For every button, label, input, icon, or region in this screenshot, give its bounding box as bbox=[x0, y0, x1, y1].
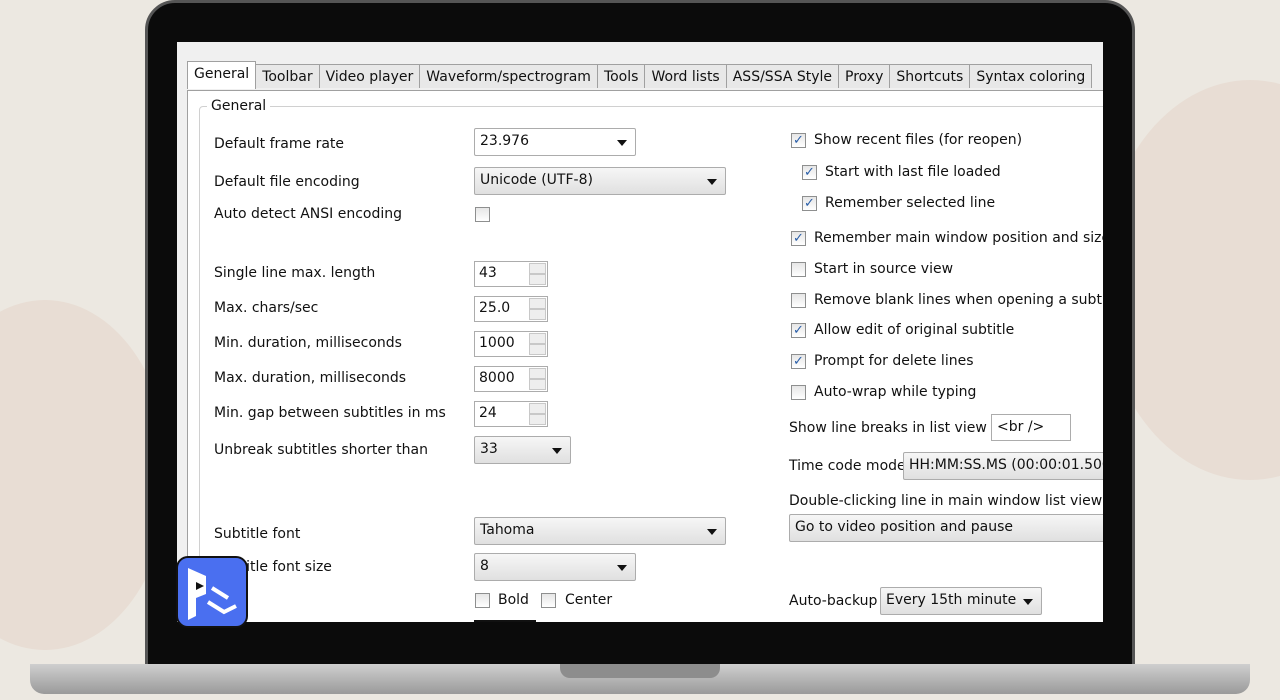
check-6-checkbox[interactable]: ✓ bbox=[791, 323, 806, 338]
check-8-checkbox[interactable] bbox=[791, 385, 806, 400]
tab-ass-style[interactable]: ASS/SSA Style bbox=[725, 64, 840, 88]
single-line-label: Single line max. length bbox=[214, 265, 376, 281]
unbreak-label: Unbreak subtitles shorter than bbox=[214, 442, 428, 458]
autobackup-select[interactable]: Every 15th minute bbox=[880, 587, 1042, 615]
color-swatch[interactable] bbox=[474, 620, 536, 622]
value: 8000 bbox=[479, 370, 515, 386]
ansi-checkbox[interactable] bbox=[475, 207, 490, 222]
font-size-select[interactable]: 8 bbox=[474, 553, 636, 581]
center-label: Center bbox=[565, 592, 613, 608]
encoding-label: Default file encoding bbox=[214, 174, 360, 190]
value: 1000 bbox=[479, 335, 515, 351]
min-duration-stepper[interactable]: 1000 bbox=[474, 331, 548, 357]
check-5-checkbox[interactable] bbox=[791, 293, 806, 308]
check-7-label: Prompt for delete lines bbox=[814, 353, 974, 369]
dblclick-select[interactable]: Go to video position and pause bbox=[789, 514, 1103, 542]
min-gap-label: Min. gap between subtitles in ms bbox=[214, 405, 446, 421]
max-duration-label: Max. duration, milliseconds bbox=[214, 370, 407, 386]
check-7-checkbox[interactable]: ✓ bbox=[791, 354, 806, 369]
line-breaks-label: Show line breaks in list view as bbox=[789, 420, 1008, 436]
settings-window: General Toolbar Video player Waveform/sp… bbox=[177, 42, 1103, 622]
timecode-label: Time code mode bbox=[789, 458, 906, 474]
bold-checkbox[interactable] bbox=[475, 593, 490, 608]
chars-sec-label: Max. chars/sec bbox=[214, 300, 319, 316]
max-duration-stepper[interactable]: 8000 bbox=[474, 366, 548, 392]
check-2-label: Remember selected line bbox=[825, 195, 996, 211]
tab-waveform[interactable]: Waveform/spectrogram bbox=[419, 64, 598, 88]
check-0-checkbox[interactable]: ✓ bbox=[791, 133, 806, 148]
check-1-label: Start with last file loaded bbox=[825, 164, 1001, 180]
tab-video-player[interactable]: Video player bbox=[318, 64, 421, 88]
tab-bar: General Toolbar Video player Waveform/sp… bbox=[187, 61, 1093, 89]
check-8-label: Auto-wrap while typing bbox=[814, 384, 977, 400]
check-1-checkbox[interactable]: ✓ bbox=[802, 165, 817, 180]
tab-general[interactable]: General bbox=[187, 61, 257, 89]
timecode-select[interactable]: HH:MM:SS.MS (00:00:01.500) bbox=[903, 452, 1103, 480]
single-line-stepper[interactable]: 43 bbox=[474, 261, 548, 287]
check-4-checkbox[interactable] bbox=[791, 262, 806, 277]
tab-shortcuts[interactable]: Shortcuts bbox=[889, 64, 971, 88]
line-breaks-input[interactable]: <br /> bbox=[991, 414, 1071, 441]
font-select[interactable]: Tahoma bbox=[474, 517, 726, 545]
check-5-label: Remove blank lines when opening a subtit… bbox=[814, 292, 1103, 308]
check-3-label: Remember main window position and size bbox=[814, 230, 1103, 246]
min-gap-stepper[interactable]: 24 bbox=[474, 401, 548, 427]
ansi-label: Auto detect ANSI encoding bbox=[214, 206, 402, 222]
dblclick-label: Double-clicking line in main window list… bbox=[789, 493, 1103, 509]
encoding-select[interactable]: Unicode (UTF-8) bbox=[474, 167, 726, 195]
check-3-checkbox[interactable]: ✓ bbox=[791, 231, 806, 246]
center-checkbox[interactable] bbox=[541, 593, 556, 608]
tab-proxy[interactable]: Proxy bbox=[838, 64, 891, 88]
value: 24 bbox=[479, 405, 497, 421]
pc-logo bbox=[176, 556, 248, 628]
bold-label: Bold bbox=[498, 592, 529, 608]
value: 25.0 bbox=[479, 300, 511, 316]
frame-rate-select[interactable]: 23.976 bbox=[474, 128, 636, 156]
unbreak-select[interactable]: 33 bbox=[474, 436, 571, 464]
check-4-label: Start in source view bbox=[814, 261, 954, 277]
laptop-notch bbox=[560, 664, 720, 678]
tab-toolbar[interactable]: Toolbar bbox=[255, 64, 320, 88]
check-0-label: Show recent files (for reopen) bbox=[814, 132, 1023, 148]
autobackup-label: Auto-backup bbox=[789, 593, 878, 609]
frame-rate-label: Default frame rate bbox=[214, 136, 345, 152]
check-6-label: Allow edit of original subtitle bbox=[814, 322, 1015, 338]
tab-syntax-coloring[interactable]: Syntax coloring bbox=[969, 64, 1093, 88]
check-2-checkbox[interactable]: ✓ bbox=[802, 196, 817, 211]
chars-sec-stepper[interactable]: 25.0 bbox=[474, 296, 548, 322]
group-title: General bbox=[207, 98, 271, 114]
tab-word-lists[interactable]: Word lists bbox=[644, 64, 727, 88]
value: 43 bbox=[479, 265, 497, 281]
font-label: Subtitle font bbox=[214, 526, 301, 542]
min-duration-label: Min. duration, milliseconds bbox=[214, 335, 402, 351]
tab-tools[interactable]: Tools bbox=[596, 64, 646, 88]
